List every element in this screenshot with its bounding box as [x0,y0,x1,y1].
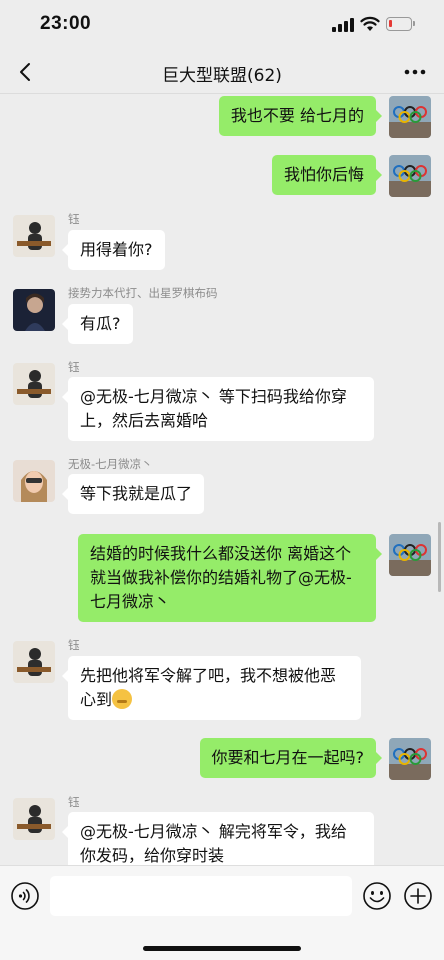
sender-name: 钰 [68,212,80,226]
message-bubble-incoming[interactable]: 用得着你? [62,230,165,270]
emoji-icon[interactable] [362,881,392,911]
chat-title: 巨大型联盟(62) [162,66,282,86]
signal-icon [332,18,354,32]
voice-icon[interactable] [10,881,40,911]
message-bubble-incoming[interactable]: 等下我就是瓜了 [61,474,205,514]
sender-name: 接势力本代打、出星罗棋布码 [68,286,218,300]
message-bubble-outgoing[interactable]: 你要和七月在一起吗? [199,738,382,778]
home-indicator[interactable] [143,946,301,951]
message-bubble-incoming[interactable]: 有瓜? [62,304,133,344]
message-bubble-outgoing[interactable]: 我怕你后悔 [271,155,383,195]
sender-name: 钰 [68,795,80,809]
sender-avatar[interactable] [13,641,55,683]
status-bar: 23:00 [0,0,444,50]
message-bubble-outgoing[interactable]: 结婚的时候我什么都没送你 离婚这个就当做我补偿你的结婚礼物了@无极-七月微凉丶 [78,534,382,622]
sender-avatar[interactable] [13,798,55,840]
sender-name: 无极-七月微凉丶 [68,457,153,471]
message-bubble-incoming[interactable]: 先把他将军令解了吧，我不想被他恶心到 [62,656,361,720]
sender-avatar[interactable] [13,363,55,405]
message-input[interactable] [50,876,352,916]
sender-name: 钰 [68,638,80,652]
message-bubble-incoming[interactable]: @无极-七月微凉丶 等下扫码我给你穿上，然后去离婚哈 [62,377,374,441]
sender-avatar[interactable] [13,215,55,257]
battery-icon [386,17,415,31]
thinking-face-emoji [112,689,133,709]
sender-name: 钰 [68,360,80,374]
self-avatar[interactable] [389,738,431,780]
self-avatar[interactable] [389,534,431,576]
self-avatar[interactable] [389,96,431,138]
wifi-icon [360,16,380,31]
scroll-indicator[interactable] [438,522,441,592]
plus-icon[interactable] [403,881,433,911]
message-bubble-incoming[interactable]: @无极-七月微凉丶 解完将军令，我给你发码，给你穿时装 [62,812,374,865]
chat-area[interactable]: 我也不要 给七月的 我怕你后悔 钰 用得着你? 接势力本代打、出星罗棋布码 有瓜… [0,95,444,865]
sender-avatar[interactable] [13,460,55,502]
more-dots-icon[interactable] [400,58,430,86]
sender-avatar[interactable] [13,289,55,331]
message-bubble-outgoing[interactable]: 我也不要 给七月的 [218,96,383,136]
self-avatar[interactable] [389,155,431,197]
battery-level [389,20,392,27]
status-time: 23:00 [40,13,92,34]
nav-bar: 巨大型联盟(62) [0,50,444,94]
